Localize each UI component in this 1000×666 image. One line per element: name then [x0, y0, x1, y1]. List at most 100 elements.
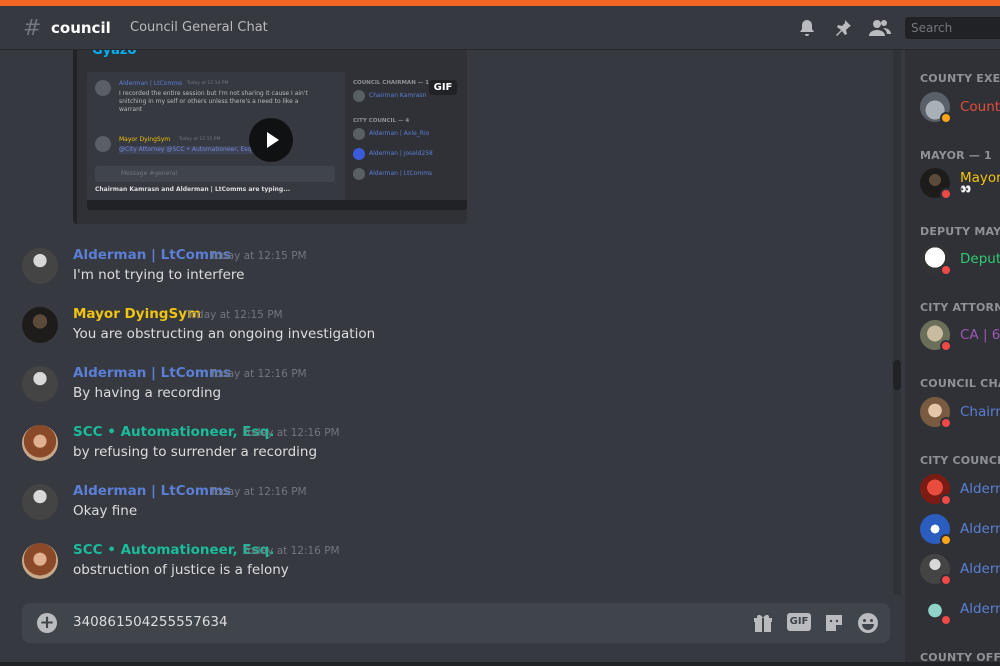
message-timestamp: Today at 12:15 PM: [186, 309, 283, 321]
member-name: Mayor: [960, 170, 1000, 186]
preview-avatar: [95, 80, 111, 96]
member-item[interactable]: Alderm: [920, 474, 1000, 508]
avatar[interactable]: [22, 248, 58, 284]
preview-member-name: Chairman Kamrasn: [369, 92, 427, 99]
preview-member-name: Alderman | Axle_Rio: [369, 130, 430, 137]
member-custom-status: 👀: [960, 185, 972, 195]
embed-gif-preview[interactable]: Alderman | LtComms Today at 12:14 PM I r…: [87, 72, 467, 210]
member-name: Alderm: [960, 561, 1000, 577]
message-author[interactable]: Alderman | LtComms: [73, 483, 231, 499]
member-name: County: [960, 99, 1000, 115]
status-indicator: [940, 417, 952, 429]
message-item: SCC • Automationeer, Esq. Today at 12:16…: [0, 424, 890, 484]
members-icon[interactable]: [869, 18, 891, 38]
channel-header: # council Council General Chat Search: [0, 6, 1000, 50]
pin-icon[interactable]: [833, 18, 853, 38]
preview-avatar: [353, 148, 365, 160]
avatar[interactable]: [22, 366, 58, 402]
avatar[interactable]: [22, 425, 58, 461]
chat-scrollbar[interactable]: [893, 50, 901, 595]
preview-author: Alderman | LtComms: [119, 80, 183, 87]
member-item[interactable]: CA | 69: [920, 320, 1000, 354]
channel-hash-icon: #: [23, 16, 42, 41]
gyazo-embed: Gyazo Alderman | LtComms Today at 12:14 …: [73, 50, 467, 224]
message-item: Mayor DyingSym Today at 12:15 PM You are…: [0, 306, 890, 366]
message-text: obstruction of justice is a felony: [73, 562, 289, 578]
member-group-heading: CITY COUNCIL: [920, 454, 1000, 467]
message-composer[interactable]: + 340861504255557634 GIF: [22, 603, 890, 643]
message-author[interactable]: Alderman | LtComms: [73, 365, 231, 381]
avatar[interactable]: [22, 307, 58, 343]
member-group-heading: COUNTY EXECU: [920, 72, 1000, 85]
preview-member-name: Alderman | joseld258: [369, 150, 433, 157]
preview-author: Mayor DyingSym: [119, 136, 171, 143]
status-indicator: [940, 614, 952, 626]
preview-taskbar: [87, 200, 467, 210]
member-name: Alderm: [960, 521, 1000, 537]
member-group-heading: MAYOR — 1: [920, 149, 992, 162]
member-group-heading: CITY ATTORNE: [920, 301, 1000, 314]
message-item: Alderman | LtComms Today at 12:15 PM I'm…: [0, 247, 890, 307]
avatar[interactable]: [22, 484, 58, 520]
channel-name: council: [51, 19, 111, 37]
member-name: Alderm: [960, 481, 1000, 497]
message-timestamp: Today at 12:16 PM: [210, 486, 307, 498]
sticker-icon[interactable]: [823, 612, 845, 634]
member-name: Deputy: [960, 251, 1000, 267]
member-item[interactable]: Chairm: [920, 397, 1000, 431]
search-input[interactable]: Search: [905, 17, 1000, 39]
member-group-heading: DEPUTY MAYO: [920, 225, 1000, 238]
message-text: You are obstructing an ongoing investiga…: [73, 326, 376, 342]
member-group-heading: COUNCIL CHAI: [920, 377, 1000, 390]
member-item[interactable]: Alderm: [920, 594, 1000, 628]
message-timestamp: Today at 12:16 PM: [210, 368, 307, 380]
message-item: SCC • Automationeer, Esq. Today at 12:16…: [0, 542, 890, 595]
preview-time: Today at 12:15 PM: [179, 137, 221, 142]
channel-topic[interactable]: Council General Chat: [130, 20, 268, 35]
preview-avatar: [95, 136, 111, 152]
member-item[interactable]: Alderm: [920, 554, 1000, 588]
gif-icon[interactable]: GIF: [787, 613, 811, 631]
preview-avatar: [353, 128, 365, 140]
status-indicator: [940, 574, 952, 586]
upload-plus-icon[interactable]: +: [37, 613, 57, 633]
status-indicator: [940, 494, 952, 506]
status-indicator: [940, 340, 952, 352]
preview-member-heading: COUNCIL CHAIRMAN — 1: [353, 80, 429, 86]
message-item: Alderman | LtComms Today at 12:16 PM By …: [0, 365, 890, 425]
emoji-icon[interactable]: [857, 612, 879, 634]
preview-input: Message #general: [95, 166, 335, 182]
avatar[interactable]: [22, 543, 58, 579]
composer-input[interactable]: 340861504255557634: [73, 614, 228, 630]
embed-provider-link[interactable]: Gyazo: [92, 50, 136, 58]
bell-icon[interactable]: [797, 18, 817, 38]
gift-icon[interactable]: [752, 612, 774, 634]
member-name: CA | 69: [960, 327, 1000, 343]
preview-time: Today at 12:14 PM: [187, 81, 229, 86]
status-indicator: [940, 188, 952, 200]
message-text: I'm not trying to interfere: [73, 267, 245, 283]
play-icon[interactable]: [249, 118, 293, 162]
preview-input-placeholder: Message #general: [121, 170, 178, 177]
message-item: Alderman | LtComms Today at 12:16 PM Oka…: [0, 483, 890, 543]
message-timestamp: Today at 12:16 PM: [243, 545, 340, 557]
message-timestamp: Today at 12:16 PM: [243, 427, 340, 439]
gif-badge: GIF: [429, 80, 457, 95]
member-name: Chairm: [960, 404, 1000, 420]
message-author[interactable]: Mayor DyingSym: [73, 306, 201, 322]
preview-member-name: Alderman | LtComms: [369, 170, 433, 177]
scroll-thumb[interactable]: [893, 360, 901, 390]
message-author[interactable]: Alderman | LtComms: [73, 247, 231, 263]
status-indicator: [940, 112, 952, 124]
message-list: Gyazo Alderman | LtComms Today at 12:14 …: [0, 50, 895, 595]
message-text: By having a recording: [73, 385, 222, 401]
status-indicator: [940, 264, 952, 276]
member-item[interactable]: Mayor 👀: [920, 168, 1000, 202]
preview-avatar: [353, 90, 365, 102]
member-item[interactable]: Alderm: [920, 514, 1000, 548]
member-item[interactable]: County: [920, 92, 1000, 126]
member-list: COUNTY EXECU County MAYOR — 1 Mayor 👀 DE…: [905, 50, 1000, 666]
member-item[interactable]: Deputy: [920, 244, 1000, 278]
preview-chat-area: Alderman | LtComms Today at 12:14 PM I r…: [87, 72, 343, 210]
preview-mention: @City Attorney @SCC • Automationeer, Esq…: [119, 146, 254, 154]
